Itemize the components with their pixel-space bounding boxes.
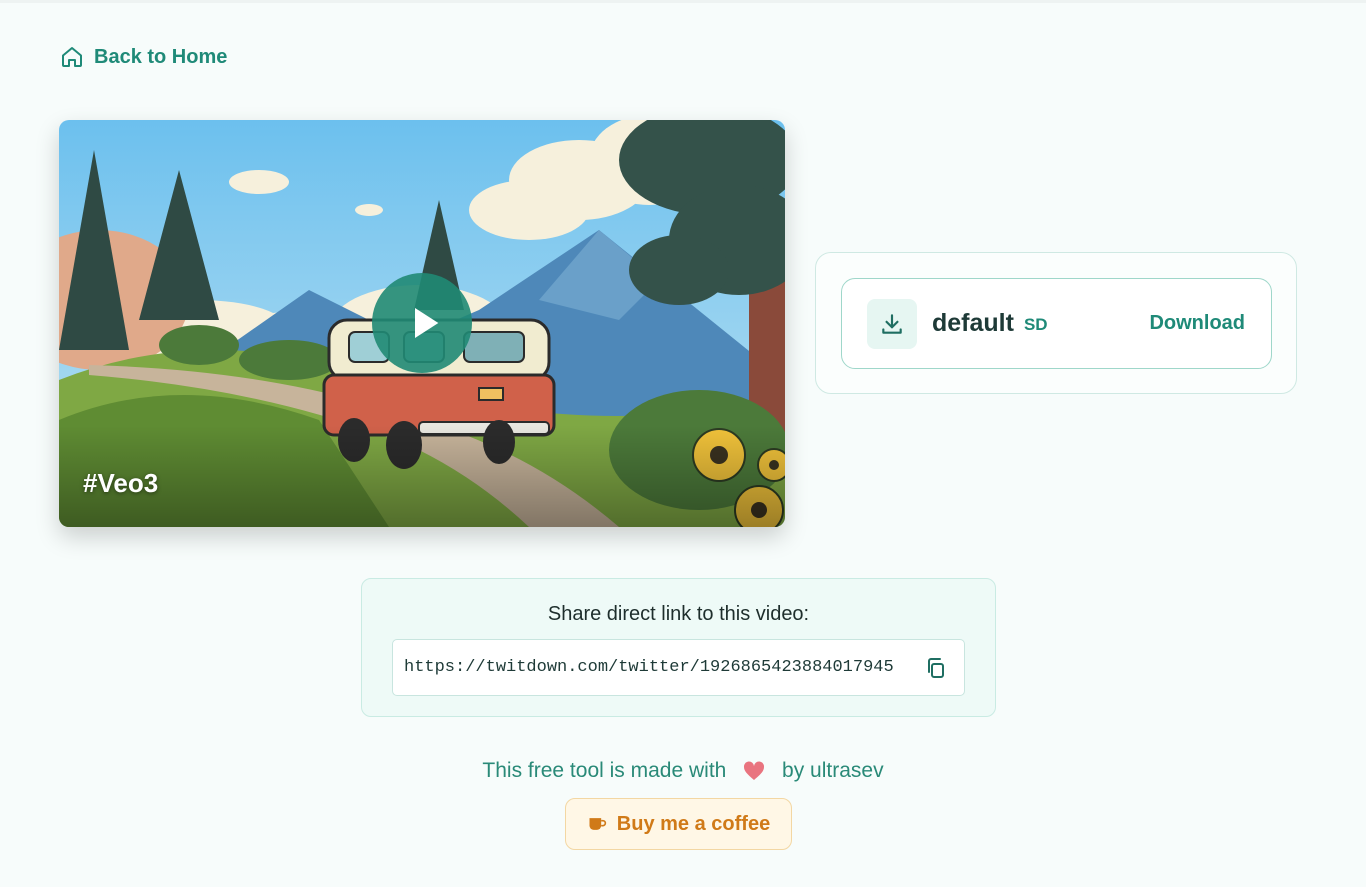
download-icon: [882, 313, 902, 334]
heart-icon: [744, 761, 765, 781]
top-divider: [0, 0, 1366, 3]
coffee-cup-icon: [589, 818, 606, 830]
share-url[interactable]: https://twitdown.com/twitter/19268654238…: [404, 658, 894, 677]
copy-icon[interactable]: [924, 656, 948, 680]
back-to-home-label: Back to Home: [94, 45, 228, 68]
share-link-field[interactable]: https://twitdown.com/twitter/19268654238…: [392, 639, 965, 696]
buy-me-a-coffee-label: Buy me a coffee: [616, 812, 771, 835]
video-player[interactable]: #Veo3: [59, 120, 785, 527]
download-panel: default SD Download: [815, 252, 1297, 394]
play-button[interactable]: [372, 273, 472, 373]
made-with-prefix: This free tool is made with: [482, 759, 727, 782]
made-with-love: This free tool is made with by ultrasev: [0, 759, 1366, 783]
buy-me-a-coffee-button[interactable]: Buy me a coffee: [565, 798, 792, 850]
download-option-name: default: [932, 309, 1014, 337]
made-with-suffix[interactable]: by ultrasev: [782, 759, 884, 782]
home-icon: [62, 47, 82, 67]
download-option[interactable]: default SD Download: [841, 278, 1272, 369]
download-icon-wrapper: [867, 298, 917, 349]
share-title: Share direct link to this video:: [547, 603, 810, 625]
back-to-home-link[interactable]: Back to Home: [60, 45, 227, 69]
share-panel: Share direct link to this video: https:/…: [361, 578, 996, 717]
download-button[interactable]: Download: [1149, 312, 1245, 335]
play-icon: [415, 308, 439, 338]
download-quality-badge: SD: [1023, 314, 1048, 334]
video-hashtag: #Veo3: [83, 468, 159, 498]
